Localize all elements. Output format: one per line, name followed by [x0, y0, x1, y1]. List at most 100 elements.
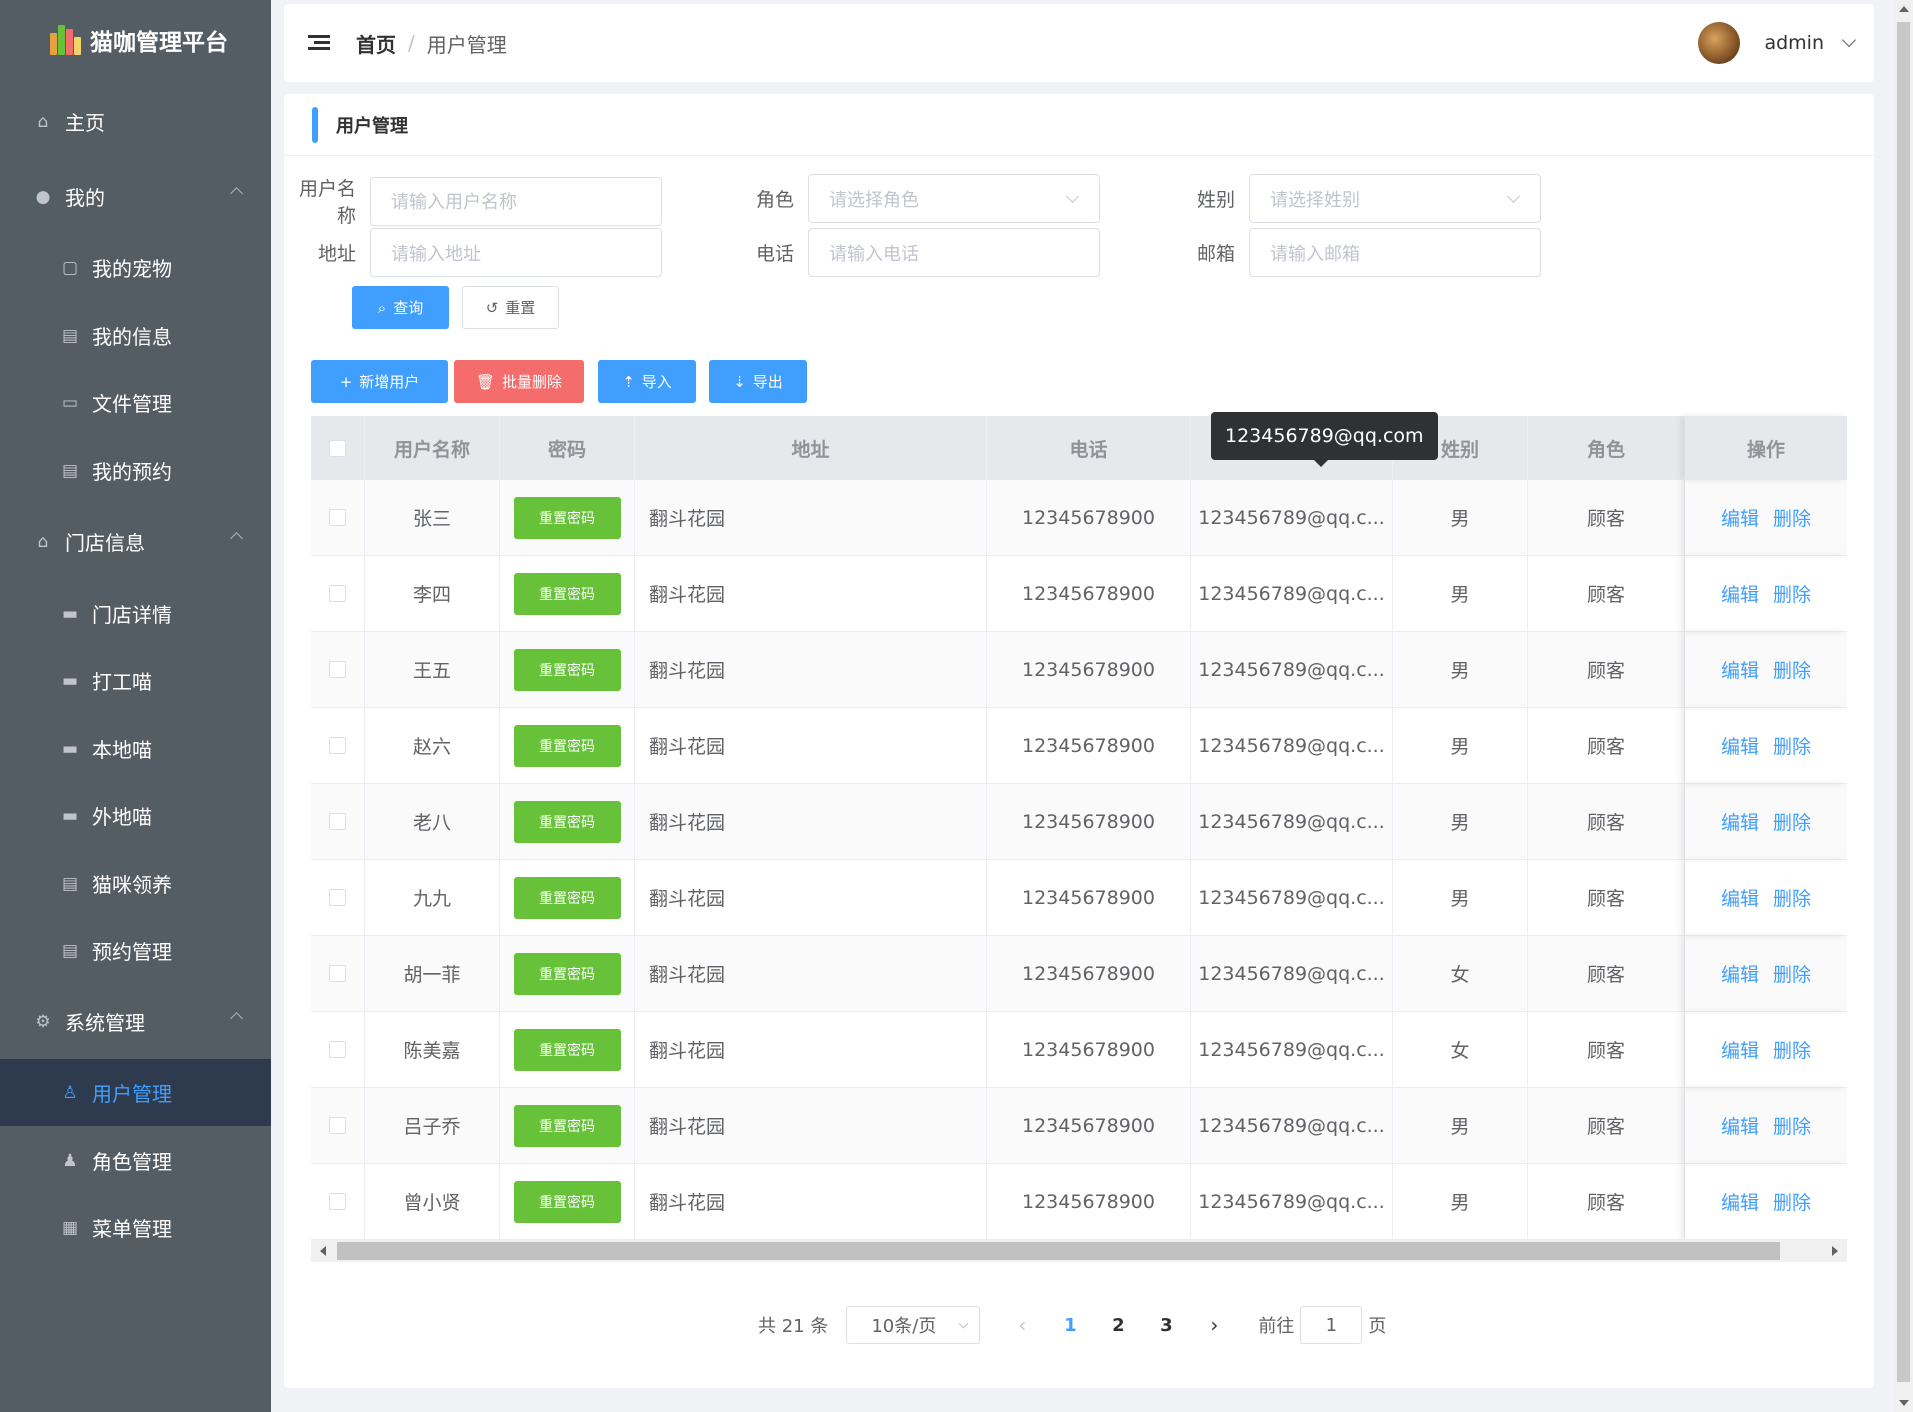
sidebar-item-reservation-management[interactable]: ▤ 预约管理 — [0, 917, 271, 984]
address-input[interactable]: 请输入地址 — [370, 228, 662, 277]
edit-button[interactable]: 编辑 — [1721, 580, 1759, 607]
sidebar-item-local-cats[interactable]: ▬ 本地喵 — [0, 715, 271, 782]
select-all-checkbox[interactable] — [329, 439, 346, 457]
column-header[interactable]: 用户名称 — [365, 416, 500, 480]
delete-button[interactable]: 删除 — [1773, 1112, 1811, 1139]
sidebar-item-menu-management[interactable]: ▦ 菜单管理 — [0, 1194, 271, 1261]
row-checkbox[interactable] — [329, 661, 346, 678]
edit-button[interactable]: 编辑 — [1721, 1036, 1759, 1063]
sidebar-item-label: 门店信息 — [65, 531, 145, 555]
breadcrumb-home[interactable]: 首页 — [356, 29, 396, 58]
search-button[interactable]: ⌕ 查询 — [352, 286, 449, 329]
role-select[interactable]: 请选择角色 — [808, 174, 1100, 223]
edit-button[interactable]: 编辑 — [1721, 656, 1759, 683]
scroll-down-icon[interactable] — [1899, 1400, 1909, 1406]
reset-password-button[interactable]: 重置密码 — [513, 1180, 621, 1223]
menu-toggle-icon[interactable] — [308, 35, 330, 51]
page-number[interactable]: 3 — [1142, 1315, 1190, 1336]
add-user-button[interactable]: + 新增用户 — [311, 360, 448, 403]
avatar[interactable] — [1698, 22, 1741, 64]
row-checkbox[interactable] — [329, 737, 346, 754]
sidebar-item-my-reservations[interactable]: ▤ 我的预约 — [0, 437, 271, 504]
page-number[interactable]: 2 — [1094, 1315, 1142, 1336]
delete-button[interactable]: 删除 — [1773, 960, 1811, 987]
edit-button[interactable]: 编辑 — [1721, 1112, 1759, 1139]
delete-button[interactable]: 删除 — [1773, 656, 1811, 683]
scroll-up-icon[interactable] — [1899, 6, 1909, 12]
page-vertical-scrollbar[interactable] — [1894, 0, 1913, 1412]
username-input[interactable]: 请输入用户名称 — [370, 176, 662, 226]
scroll-left-icon[interactable] — [320, 1246, 326, 1256]
edit-button[interactable]: 编辑 — [1721, 1188, 1759, 1215]
export-button[interactable]: ⇣ 导出 — [709, 360, 807, 403]
sidebar-item-user-management[interactable]: ♙ 用户管理 — [0, 1059, 271, 1126]
row-checkbox[interactable] — [329, 1041, 346, 1058]
sidebar-item-files[interactable]: ▭ 文件管理 — [0, 369, 271, 436]
sidebar-item-my-info[interactable]: ▤ 我的信息 — [0, 302, 271, 369]
scroll-right-icon[interactable] — [1832, 1246, 1838, 1256]
page-size-select[interactable]: 10条/页 — [846, 1306, 981, 1344]
sidebar-item-outside-cats[interactable]: ▬ 外地喵 — [0, 782, 271, 849]
delete-button[interactable]: 删除 — [1773, 808, 1811, 835]
column-header[interactable]: 角色 — [1528, 416, 1685, 480]
delete-button[interactable]: 删除 — [1773, 1188, 1811, 1215]
reset-password-button[interactable]: 重置密码 — [513, 876, 621, 919]
column-header[interactable]: 操作 — [1685, 416, 1847, 480]
reset-password-button[interactable]: 重置密码 — [513, 496, 621, 539]
row-checkbox[interactable] — [329, 585, 346, 602]
reset-password-button[interactable]: 重置密码 — [513, 952, 621, 995]
sidebar-item-adoption[interactable]: ▤ 猫咪领养 — [0, 850, 271, 917]
sidebar-group-store[interactable]: ⌂ 门店信息 — [0, 508, 271, 575]
sidebar-group-mine[interactable]: ● 我的 — [0, 163, 271, 230]
goto-page-input[interactable]: 1 — [1300, 1306, 1363, 1344]
sidebar-item-my-pets[interactable]: ▢ 我的宠物 — [0, 234, 271, 301]
scrollbar-thumb[interactable] — [337, 1242, 1780, 1260]
reset-password-button[interactable]: 重置密码 — [513, 1028, 621, 1071]
row-checkbox[interactable] — [329, 1117, 346, 1134]
username[interactable]: admin — [1764, 32, 1824, 54]
batch-delete-button[interactable]: 🗑 批量删除 — [454, 360, 584, 403]
sidebar-item-working-cats[interactable]: ▬ 打工喵 — [0, 647, 271, 714]
user-menu[interactable]: admin — [1698, 22, 1857, 64]
column-header[interactable]: 地址 — [635, 416, 987, 480]
reset-button[interactable]: ↺ 重置 — [462, 286, 559, 329]
delete-button[interactable]: 删除 — [1773, 884, 1811, 911]
row-checkbox[interactable] — [329, 889, 346, 906]
email-input[interactable]: 请输入邮箱 — [1249, 228, 1541, 277]
edit-button[interactable]: 编辑 — [1721, 808, 1759, 835]
column-header[interactable]: 电话 — [987, 416, 1191, 480]
page-number[interactable]: 1 — [1046, 1315, 1094, 1336]
edit-button[interactable]: 编辑 — [1721, 960, 1759, 987]
sidebar-item-store-details[interactable]: ▬ 门店详情 — [0, 580, 271, 647]
import-button[interactable]: ⇡ 导入 — [598, 360, 696, 403]
delete-button[interactable]: 删除 — [1773, 580, 1811, 607]
row-checkbox[interactable] — [329, 965, 346, 982]
app-logo[interactable]: 猫咖管理平台 — [0, 0, 271, 80]
sidebar-group-system[interactable]: ⚙ 系统管理 — [0, 988, 271, 1055]
phone-input[interactable]: 请输入电话 — [808, 228, 1100, 277]
reset-password-button[interactable]: 重置密码 — [513, 648, 621, 691]
sidebar-item-home[interactable]: ⌂ 主页 — [0, 88, 271, 155]
delete-button[interactable]: 删除 — [1773, 1036, 1811, 1063]
reset-password-button[interactable]: 重置密码 — [513, 572, 621, 615]
edit-button[interactable]: 编辑 — [1721, 732, 1759, 759]
reset-password-button[interactable]: 重置密码 — [513, 800, 621, 843]
prev-page-button[interactable]: ‹ — [998, 1313, 1046, 1337]
reset-password-button[interactable]: 重置密码 — [513, 724, 621, 767]
column-header[interactable]: 密码 — [500, 416, 635, 480]
chevron-down-icon[interactable] — [1841, 32, 1857, 48]
breadcrumb: 首页 / 用户管理 — [356, 29, 507, 58]
reset-password-button[interactable]: 重置密码 — [513, 1104, 621, 1147]
scrollbar-thumb[interactable] — [1897, 22, 1910, 1382]
row-checkbox[interactable] — [329, 1193, 346, 1210]
delete-button[interactable]: 删除 — [1773, 504, 1811, 531]
row-checkbox[interactable] — [329, 813, 346, 830]
edit-button[interactable]: 编辑 — [1721, 884, 1759, 911]
next-page-button[interactable]: › — [1190, 1313, 1238, 1337]
sidebar-item-role-management[interactable]: ♟ 角色管理 — [0, 1127, 271, 1194]
row-checkbox[interactable] — [329, 509, 346, 526]
delete-button[interactable]: 删除 — [1773, 732, 1811, 759]
edit-button[interactable]: 编辑 — [1721, 504, 1759, 531]
table-horizontal-scrollbar[interactable] — [311, 1240, 1847, 1262]
gender-select[interactable]: 请选择姓别 — [1249, 174, 1541, 223]
